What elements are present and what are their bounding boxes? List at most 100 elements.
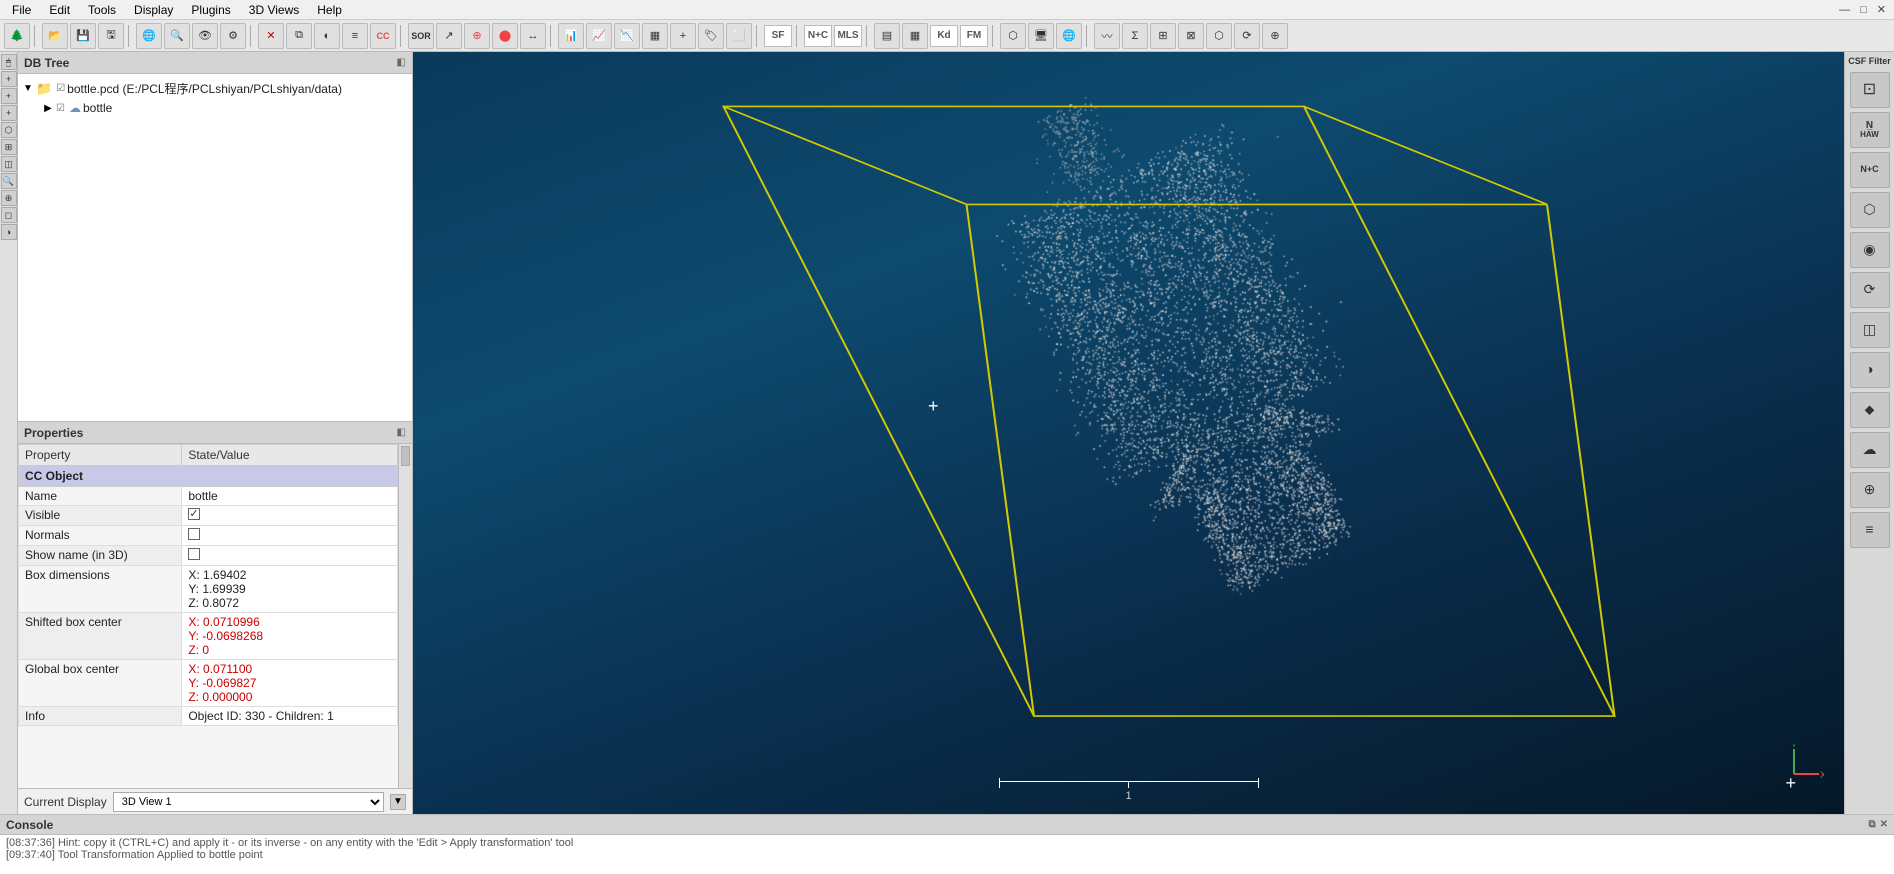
prop-val-visible[interactable] bbox=[182, 506, 398, 526]
tb-chart[interactable]: 📊 bbox=[558, 23, 584, 49]
prop-row-normals: Normals bbox=[19, 526, 398, 546]
tb-gear[interactable]: ⚙ bbox=[220, 23, 246, 49]
tb-chart3[interactable]: 📉 bbox=[614, 23, 640, 49]
left-btn-6[interactable]: ⊞ bbox=[1, 139, 17, 155]
rt-btn-3[interactable]: N+C bbox=[1850, 152, 1890, 188]
console-close-btn[interactable]: ✕ bbox=[1880, 819, 1888, 830]
tree-node-root[interactable]: ▼ 📁 ☑ bottle.pcd (E:/PCL程序/PCLshiyan/PCL… bbox=[22, 78, 408, 99]
prop-row-showname: Show name (in 3D) bbox=[19, 546, 398, 566]
left-btn-11[interactable]: ◑ bbox=[1, 224, 17, 240]
showname-checkbox[interactable] bbox=[188, 548, 200, 560]
tb-bbox[interactable]: ⬜ bbox=[726, 23, 752, 49]
tb-btn-f[interactable]: 〰 bbox=[1094, 23, 1120, 49]
tb-arrow[interactable]: ↗ bbox=[436, 23, 462, 49]
tb-btn-i[interactable]: ⊠ bbox=[1178, 23, 1204, 49]
left-btn-7[interactable]: ◫ bbox=[1, 156, 17, 172]
prop-val-showname[interactable] bbox=[182, 546, 398, 566]
viewport[interactable]: + 1 + X Y bbox=[413, 52, 1844, 814]
window-minimize[interactable]: — bbox=[1835, 4, 1854, 16]
axis-indicator-svg: X Y bbox=[1764, 744, 1824, 804]
rt-btn-2[interactable]: N̲HAW bbox=[1850, 112, 1890, 148]
tree-check-root[interactable]: ☑ bbox=[56, 83, 65, 94]
tb-btn-b[interactable]: ▦ bbox=[902, 23, 928, 49]
tb-eye[interactable]: 👁 bbox=[192, 23, 218, 49]
tb-btn-g[interactable]: Σ bbox=[1122, 23, 1148, 49]
tb-sep5 bbox=[550, 25, 554, 47]
window-close[interactable]: ✕ bbox=[1873, 3, 1890, 16]
tb-btn-e[interactable]: 🌐 bbox=[1056, 23, 1082, 49]
left-btn-9[interactable]: ⊕ bbox=[1, 190, 17, 206]
tb-btn-j[interactable]: ⬡ bbox=[1206, 23, 1232, 49]
rt-btn-7[interactable]: ◫ bbox=[1850, 312, 1890, 348]
menu-display[interactable]: Display bbox=[126, 1, 181, 19]
rt-btn-10[interactable]: ☁ bbox=[1850, 432, 1890, 468]
menu-file[interactable]: File bbox=[4, 1, 39, 19]
tb-global[interactable]: 🌐 bbox=[136, 23, 162, 49]
left-btn-3[interactable]: + bbox=[1, 88, 17, 104]
tb-cc[interactable]: CC bbox=[370, 23, 396, 49]
tb-red-circle[interactable]: ⬤ bbox=[492, 23, 518, 49]
rt-btn-12[interactable]: ≡ bbox=[1850, 512, 1890, 548]
left-btn-2[interactable]: + bbox=[1, 71, 17, 87]
rt-btn-6[interactable]: ⟳ bbox=[1850, 272, 1890, 308]
rt-btn-11[interactable]: ⊕ bbox=[1850, 472, 1890, 508]
window-maximize[interactable]: □ bbox=[1856, 4, 1871, 16]
tb-cross[interactable]: ⊕ bbox=[464, 23, 490, 49]
visible-checkbox[interactable] bbox=[188, 508, 200, 520]
tb-btn-d[interactable]: 🖥 bbox=[1028, 23, 1054, 49]
rt-btn-8[interactable]: ◑ bbox=[1850, 352, 1890, 388]
prop-scrollbar[interactable] bbox=[398, 444, 412, 788]
menu-tools[interactable]: Tools bbox=[80, 1, 124, 19]
tb-btn-k[interactable]: ⟳ bbox=[1234, 23, 1260, 49]
menu-3dviews[interactable]: 3D Views bbox=[241, 1, 307, 19]
tb-save[interactable]: 💾 bbox=[70, 23, 96, 49]
tree-expand-bottle[interactable]: ▶ bbox=[42, 102, 54, 114]
rt-btn-9[interactable]: ⬥ bbox=[1850, 392, 1890, 428]
db-tree-collapse-btn[interactable]: ◧ bbox=[397, 57, 406, 68]
tb-arrow2[interactable]: ↔ bbox=[520, 23, 546, 49]
tb-sor[interactable]: SOR bbox=[408, 23, 434, 49]
main-area: 🖱 + + + ⬡ ⊞ ◫ 🔍 ⊕ ◻ ◑ DB Tree ◧ ▼ 📁 ☑ bbox=[0, 52, 1894, 814]
tb-clone[interactable]: ⧉ bbox=[286, 23, 312, 49]
left-btn-1[interactable]: 🖱 bbox=[1, 54, 17, 70]
tb-chart4[interactable]: ▦ bbox=[642, 23, 668, 49]
tb-btn-a[interactable]: ▤ bbox=[874, 23, 900, 49]
tree-expand-root[interactable]: ▼ bbox=[22, 83, 34, 95]
left-btn-4[interactable]: + bbox=[1, 105, 17, 121]
rt-btn-4[interactable]: ⬡ bbox=[1850, 192, 1890, 228]
menu-edit[interactable]: Edit bbox=[41, 1, 78, 19]
tb-add[interactable]: + bbox=[670, 23, 696, 49]
properties-collapse-btn[interactable]: ◧ bbox=[397, 427, 406, 438]
shifted-x: X: 0.0710996 bbox=[188, 615, 391, 629]
tb-zoom[interactable]: 🔍 bbox=[164, 23, 190, 49]
current-display-select[interactable]: 3D View 1 bbox=[113, 792, 384, 812]
tree-node-bottle[interactable]: ▶ ☑ ☁ bottle bbox=[22, 99, 408, 117]
prop-val-normals[interactable] bbox=[182, 526, 398, 546]
tb-btn-l[interactable]: ⊕ bbox=[1262, 23, 1288, 49]
left-btn-10[interactable]: ◻ bbox=[1, 207, 17, 223]
current-display-row: Current Display 3D View 1 ▼ bbox=[18, 788, 412, 814]
tb-btn-h[interactable]: ⊞ bbox=[1150, 23, 1176, 49]
tb-delete[interactable]: ✕ bbox=[258, 23, 284, 49]
tb-btn-c[interactable]: ⬡ bbox=[1000, 23, 1026, 49]
normals-checkbox[interactable] bbox=[188, 528, 200, 540]
tb-save2[interactable]: 🖫 bbox=[98, 23, 124, 49]
tb-scalar[interactable]: ≡ bbox=[342, 23, 368, 49]
rt-btn-1[interactable]: ⊡ bbox=[1850, 72, 1890, 108]
tb-open[interactable]: 📂 bbox=[42, 23, 68, 49]
tb-label[interactable]: 🏷 bbox=[698, 23, 724, 49]
tb-color[interactable]: ◐ bbox=[314, 23, 340, 49]
rt-btn-5[interactable]: ◉ bbox=[1850, 232, 1890, 268]
tb-chart2[interactable]: 📈 bbox=[586, 23, 612, 49]
menu-help[interactable]: Help bbox=[309, 1, 350, 19]
left-btn-5[interactable]: ⬡ bbox=[1, 122, 17, 138]
left-btn-8[interactable]: 🔍 bbox=[1, 173, 17, 189]
tree-label-root: bottle.pcd (E:/PCL程序/PCLshiyan/PCLshiyan… bbox=[67, 80, 342, 97]
current-display-arrow[interactable]: ▼ bbox=[390, 794, 406, 810]
console-float-btn[interactable]: ⧉ bbox=[1868, 819, 1875, 830]
tb-fm-label: FM bbox=[960, 25, 988, 47]
left-panel: DB Tree ◧ ▼ 📁 ☑ bottle.pcd (E:/PCL程序/PCL… bbox=[18, 52, 413, 814]
tb-dbtree[interactable]: 🌲 bbox=[4, 23, 30, 49]
tree-check-bottle[interactable]: ☑ bbox=[56, 103, 65, 114]
menu-plugins[interactable]: Plugins bbox=[183, 1, 238, 19]
